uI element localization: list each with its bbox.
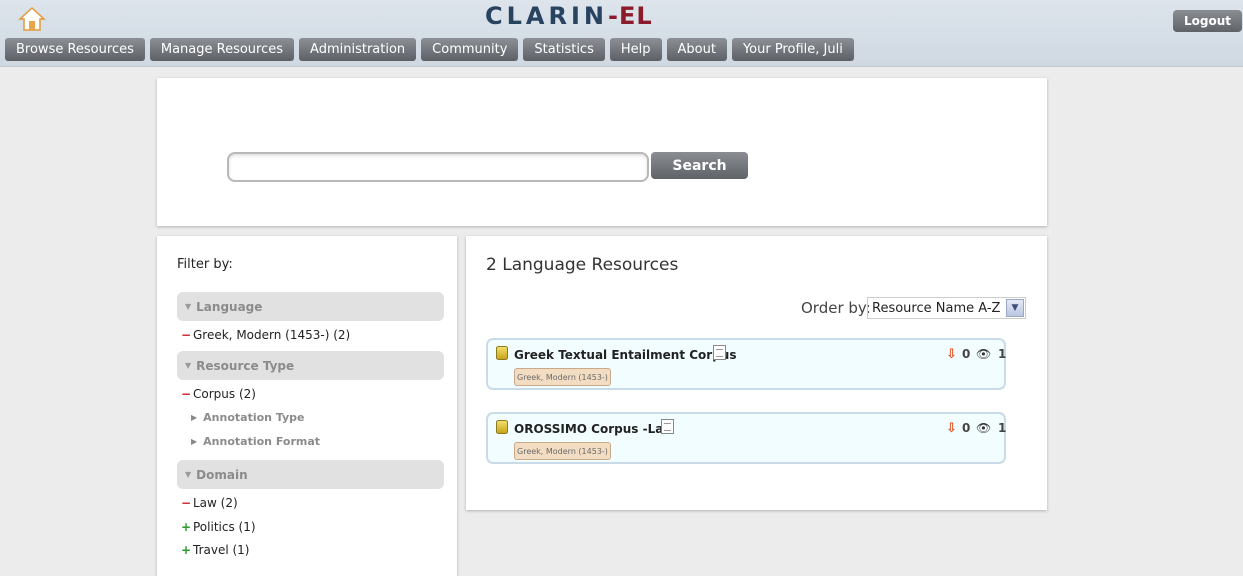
remove-filter-icon[interactable]: − [181,387,193,401]
filter-sub-annotation-type[interactable]: ▶ Annotation Type [191,411,305,424]
nav-browse-resources[interactable]: Browse Resources [5,38,145,61]
filter-item-label: Greek, Modern (1453-) (2) [193,328,351,342]
filter-sub-label: Annotation Format [203,435,321,448]
filter-item-greek-modern[interactable]: − Greek, Modern (1453-) (2) [181,328,350,342]
view-count: 1 [998,347,1007,361]
logo-text-accent: -EL [607,2,653,30]
filter-item-label: Law (2) [193,496,238,510]
remove-filter-icon[interactable]: − [181,328,193,342]
add-filter-icon[interactable]: + [181,520,193,534]
filter-header-language[interactable]: ▼ Language [177,292,444,321]
document-icon[interactable] [661,419,674,434]
filter-item-politics[interactable]: + Politics (1) [181,520,256,534]
download-count: 0 [962,421,971,435]
filter-item-corpus[interactable]: − Corpus (2) [181,387,256,401]
filter-header-label: Resource Type [196,358,295,373]
logout-button[interactable]: Logout [1173,10,1242,32]
filter-header-label: Domain [196,467,248,482]
search-input[interactable] [227,152,649,182]
filter-item-label: Travel (1) [193,543,250,557]
collapse-triangle-icon: ▼ [185,470,192,479]
remove-filter-icon[interactable]: − [181,496,193,510]
expand-triangle-icon: ▶ [191,437,198,446]
database-icon [496,420,508,434]
resource-name[interactable]: OROSSIMO Corpus -Law [514,422,674,436]
logo-text: CLARIN [485,2,608,30]
results-count: 2 Language Resources [486,255,679,275]
filter-sub-label: Annotation Type [203,411,305,424]
download-count: 0 [962,347,971,361]
nav-statistics[interactable]: Statistics [523,38,605,61]
collapse-triangle-icon: ▼ [185,302,192,311]
view-count: 1 [998,421,1007,435]
download-icon: ⇩ [946,421,957,436]
nav-help[interactable]: Help [609,38,662,61]
expand-triangle-icon: ▶ [191,413,198,422]
resource-card[interactable]: OROSSIMO Corpus -Law Greek, Modern (1453… [486,412,1006,464]
filter-header-label: Language [196,299,263,314]
order-by-select[interactable]: Resource Name A-Z ▼ [867,297,1026,319]
filter-item-law[interactable]: − Law (2) [181,496,238,510]
filter-panel: Filter by: ▼ Language − Greek, Modern (1… [157,236,457,576]
document-icon[interactable] [713,345,726,360]
filter-item-label: Politics (1) [193,520,256,534]
top-header: CLARIN-EL Logout Browse Resources Manage… [0,0,1243,67]
order-by-label: Order by: [801,299,871,317]
search-button[interactable]: Search [651,152,748,179]
filter-header-resource-type[interactable]: ▼ Resource Type [177,351,444,380]
nav-your-profile[interactable]: Your Profile, Juli [731,38,854,61]
resource-card[interactable]: Greek Textual Entailment Corpus Greek, M… [486,338,1006,390]
download-icon: ⇩ [946,347,957,362]
filter-title: Filter by: [177,257,233,272]
chevron-down-icon[interactable]: ▼ [1006,299,1024,317]
results-panel: 2 Language Resources Order by: Resource … [466,236,1047,510]
clarin-logo[interactable]: CLARIN-EL [485,2,653,30]
database-icon [496,346,508,360]
nav-about[interactable]: About [666,38,727,61]
language-tag: Greek, Modern (1453-) [514,368,611,386]
collapse-triangle-icon: ▼ [185,361,192,370]
filter-sub-annotation-format[interactable]: ▶ Annotation Format [191,435,320,448]
home-icon[interactable] [18,6,46,32]
language-tag: Greek, Modern (1453-) [514,442,611,460]
search-panel: Search [157,78,1047,226]
filter-item-travel[interactable]: + Travel (1) [181,543,249,557]
eye-icon: 👁 [976,421,992,435]
filter-item-label: Corpus (2) [193,387,256,401]
add-filter-icon[interactable]: + [181,543,193,557]
nav-manage-resources[interactable]: Manage Resources [149,38,295,61]
main-nav: Browse Resources Manage Resources Admini… [5,38,854,61]
nav-community[interactable]: Community [421,38,519,61]
eye-icon: 👁 [976,347,992,361]
nav-administration[interactable]: Administration [299,38,417,61]
order-by-value: Resource Name A-Z [872,300,1001,316]
filter-header-domain[interactable]: ▼ Domain [177,460,444,489]
resource-name[interactable]: Greek Textual Entailment Corpus [514,348,737,362]
